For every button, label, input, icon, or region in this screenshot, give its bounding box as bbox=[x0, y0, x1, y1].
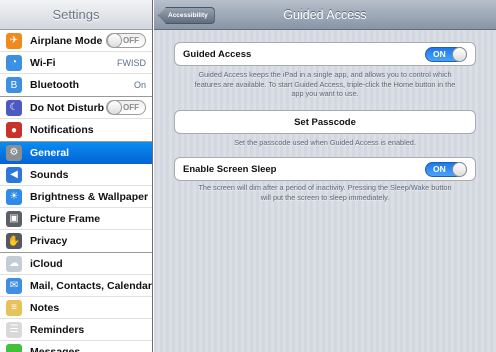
sidebar-list: ✈ Airplane Mode OFF ◔ Wi-Fi FWISD B Bluetooth On… bbox=[0, 30, 152, 352]
toggle-knob bbox=[107, 100, 122, 115]
sidebar-item-do-not-disturb[interactable]: ☾ Do Not Disturb OFF bbox=[0, 97, 152, 119]
sidebar-group: ✈ Airplane Mode OFF ◔ Wi-Fi FWISD B Bluetooth On bbox=[0, 30, 152, 97]
sidebar-header: Settings bbox=[0, 0, 152, 30]
airplane-mode-toggle[interactable]: OFF bbox=[106, 33, 146, 48]
set-passcode-label: Set Passcode bbox=[294, 116, 356, 128]
sidebar-item-label: Wi-Fi bbox=[30, 56, 56, 69]
guided-access-cell: Guided Access ON bbox=[174, 42, 476, 66]
notifications-icon: ● bbox=[6, 122, 22, 138]
toggle-state: ON bbox=[433, 164, 446, 174]
sidebar-item-label: Privacy bbox=[30, 235, 68, 247]
sidebar-item-value: FWISD bbox=[117, 57, 146, 68]
sidebar-item-label: Reminders bbox=[30, 323, 85, 336]
toggle-knob bbox=[107, 33, 122, 48]
sidebar-item-brightness-wallpaper[interactable]: ☀ Brightness & Wallpaper bbox=[0, 186, 152, 208]
sidebar-group: ⚙ General ◀ Sounds ☀ Brightness & Wallpaper ▣ P… bbox=[0, 142, 152, 253]
sidebar-group: ☁ iCloud ✉ Mail, Contacts, Calendars ≡ Notes ☰… bbox=[0, 253, 152, 352]
picture-frame-icon: ▣ bbox=[6, 210, 22, 227]
sidebar-item-label: Bluetooth bbox=[30, 79, 79, 91]
sidebar-item-value: On bbox=[133, 80, 146, 90]
sidebar-item-wi-fi[interactable]: ◔ Wi-Fi FWISD bbox=[0, 52, 152, 74]
guided-access-description: Guided Access keeps the iPad in a single… bbox=[194, 70, 456, 98]
sidebar-item-notifications[interactable]: ● Notifications bbox=[0, 119, 152, 141]
sidebar-item-airplane-mode[interactable]: ✈ Airplane Mode OFF bbox=[0, 30, 152, 52]
toggle-state: OFF bbox=[123, 103, 139, 112]
screen-sleep-description: The screen will dim after a period of in… bbox=[198, 183, 452, 202]
bluetooth-icon: B bbox=[6, 77, 22, 93]
sidebar-item-label: Brightness & Wallpaper bbox=[30, 190, 149, 203]
hand-icon: ✋ bbox=[6, 233, 22, 249]
mail-icon: ✉ bbox=[6, 277, 22, 294]
sidebar-item-reminders[interactable]: ☰ Reminders bbox=[0, 319, 152, 341]
speaker-icon: ◀ bbox=[6, 166, 22, 183]
sidebar-item-label: Mail, Contacts, Calendars bbox=[30, 279, 153, 292]
brightness-icon: ☀ bbox=[6, 188, 22, 205]
page-title: Guided Access bbox=[283, 8, 367, 22]
sidebar-item-label: Sounds bbox=[30, 168, 69, 181]
toggle-knob bbox=[452, 46, 467, 62]
sidebar-item-mail-contacts-calendars[interactable]: ✉ Mail, Contacts, Calendars bbox=[0, 275, 152, 297]
sidebar-item-notes[interactable]: ≡ Notes bbox=[0, 297, 152, 319]
passcode-description: Set the passcode used when Guided Access… bbox=[234, 138, 416, 147]
set-passcode-button[interactable]: Set Passcode bbox=[174, 110, 476, 134]
sidebar-item-label: Notifications bbox=[30, 124, 94, 136]
screen-sleep-toggle[interactable]: ON bbox=[425, 161, 467, 177]
sidebar-item-label: Notes bbox=[30, 301, 60, 314]
guided-access-toggle[interactable]: ON bbox=[425, 46, 467, 62]
detail-pane: Accessibility Guided Access Guided Acces… bbox=[154, 0, 496, 352]
sidebar-item-label: General bbox=[30, 146, 70, 159]
settings-sidebar: Settings ✈ Airplane Mode OFF ◔ Wi-Fi FWISD B Bl… bbox=[0, 0, 153, 352]
toggle-state: OFF bbox=[123, 36, 139, 45]
toggle-knob bbox=[452, 161, 467, 177]
sidebar-item-label: Airplane Mode bbox=[30, 34, 103, 47]
sidebar-item-bluetooth[interactable]: B Bluetooth On bbox=[0, 74, 152, 96]
sidebar-item-picture-frame[interactable]: ▣ Picture Frame bbox=[0, 208, 152, 230]
reminders-icon: ☰ bbox=[6, 321, 22, 338]
screen-sleep-label: Enable Screen Sleep bbox=[183, 163, 277, 175]
sidebar-item-privacy[interactable]: ✋ Privacy bbox=[0, 230, 152, 252]
sidebar-item-label: Do Not Disturb bbox=[30, 101, 105, 114]
sidebar-item-general[interactable]: ⚙ General bbox=[0, 142, 152, 164]
cloud-icon: ☁ bbox=[6, 255, 22, 272]
sidebar-title: Settings bbox=[52, 7, 100, 22]
sidebar-item-sounds[interactable]: ◀ Sounds bbox=[0, 164, 152, 186]
airplane-icon: ✈ bbox=[6, 32, 22, 49]
toggle-state: ON bbox=[433, 49, 446, 59]
navigation-bar: Accessibility Guided Access bbox=[154, 0, 496, 30]
sidebar-item-label: iCloud bbox=[30, 257, 63, 270]
guided-access-label: Guided Access bbox=[183, 48, 252, 60]
sidebar-item-label: Messages bbox=[30, 346, 81, 352]
sidebar-group: ☾ Do Not Disturb OFF ● Notifications bbox=[0, 97, 152, 142]
messages-icon: ▬ bbox=[6, 344, 22, 352]
sidebar-item-messages[interactable]: ▬ Messages bbox=[0, 341, 152, 352]
do-not-disturb-toggle[interactable]: OFF bbox=[106, 100, 146, 115]
sidebar-item-icloud[interactable]: ☁ iCloud bbox=[0, 253, 152, 275]
notes-icon: ≡ bbox=[6, 299, 22, 316]
moon-icon: ☾ bbox=[6, 99, 22, 116]
screen-sleep-cell: Enable Screen Sleep ON bbox=[174, 157, 476, 181]
sidebar-item-label: Picture Frame bbox=[30, 212, 101, 225]
wifi-icon: ◔ bbox=[6, 54, 22, 71]
gear-icon: ⚙ bbox=[6, 144, 22, 161]
